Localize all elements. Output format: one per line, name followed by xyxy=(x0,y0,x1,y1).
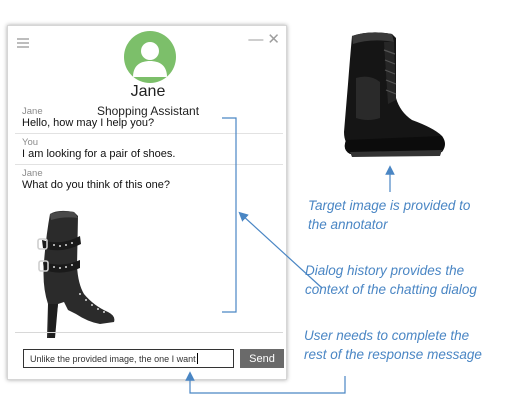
annotation-line: Target image is provided to xyxy=(308,198,471,213)
message-input-text: Unlike the provided image, the one I wan… xyxy=(30,353,196,364)
avatar xyxy=(124,31,176,83)
text-caret xyxy=(196,353,198,364)
message-divider xyxy=(15,133,283,134)
user-silhouette-icon xyxy=(133,42,167,77)
dialog-history-annotation: Dialog history provides the context of t… xyxy=(305,261,477,299)
suggested-boot-image xyxy=(37,210,115,338)
annotation-line: rest of the response message xyxy=(304,347,482,362)
input-divider xyxy=(15,332,283,333)
close-icon[interactable]: ✕ xyxy=(267,32,280,47)
agent-name: Jane xyxy=(130,83,166,100)
message-sender: You xyxy=(22,137,39,148)
annotation-line: context of the chatting dialog xyxy=(305,282,477,297)
target-image-annotation: Target image is provided to the annotato… xyxy=(308,196,470,234)
menu-icon[interactable] xyxy=(17,38,29,48)
message-sender: Jane xyxy=(22,168,43,179)
minimize-icon[interactable]: — xyxy=(248,32,263,47)
annotation-line: User needs to complete the xyxy=(304,328,470,343)
chat-message: Jane Hello, how may I help you? xyxy=(22,106,277,130)
user-completion-annotation: User needs to complete the rest of the r… xyxy=(304,326,482,364)
message-text: Hello, how may I help you? xyxy=(22,117,155,129)
annotation-line: Dialog history provides the xyxy=(305,263,465,278)
chat-window: — ✕ Jane Shopping Assistant Jane Hello, … xyxy=(7,25,287,380)
window-controls: — ✕ xyxy=(248,32,280,47)
target-boot-image xyxy=(344,32,445,157)
message-input[interactable]: Unlike the provided image, the one I wan… xyxy=(23,349,234,368)
annotation-line: the annotator xyxy=(308,217,388,232)
chat-message: Jane What do you think of this one? xyxy=(22,168,277,192)
message-text: What do you think of this one? xyxy=(22,179,170,191)
send-button[interactable]: Send xyxy=(240,349,284,368)
chat-message: You I am looking for a pair of shoes. xyxy=(22,137,277,161)
message-sender: Jane xyxy=(22,106,43,117)
message-divider xyxy=(15,164,283,165)
message-text: I am looking for a pair of shoes. xyxy=(22,148,176,160)
